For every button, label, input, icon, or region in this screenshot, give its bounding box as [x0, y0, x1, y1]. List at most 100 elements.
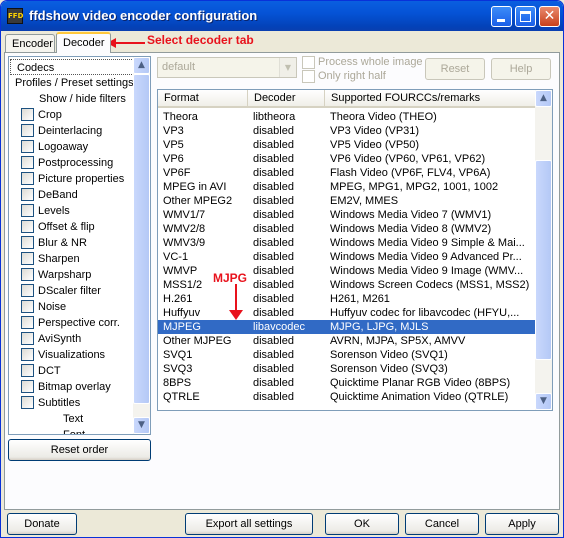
sidebar-item[interactable]: Blur & NR [9, 235, 135, 251]
filter-checkbox[interactable] [21, 172, 34, 185]
sidebar-item[interactable]: DeBand [9, 187, 135, 203]
filter-checkbox[interactable] [21, 108, 34, 121]
sidebar-item[interactable]: DCT [9, 363, 135, 379]
sidebar-item[interactable]: Levels [9, 203, 135, 219]
sidebar-item[interactable]: Picture properties [9, 171, 135, 187]
sidebar-item[interactable]: Visualizations [9, 347, 135, 363]
scroll-up-icon[interactable]: ▲ [133, 57, 150, 74]
export-all-settings-button[interactable]: Export all settings [185, 513, 313, 535]
table-row[interactable]: MPEG in AVI disabled MPEG, MPG1, MPG2, 100… [158, 180, 536, 194]
filter-checkbox[interactable] [21, 156, 34, 169]
sidebar-item[interactable]: Profiles / Preset settings [9, 75, 135, 91]
filter-checkbox[interactable] [21, 348, 34, 361]
tree-scroll-thumb[interactable] [133, 74, 150, 404]
sidebar-item[interactable]: Text [9, 411, 135, 427]
table-row[interactable]: 8BPS disabled Quicktime Planar RGB Video (… [158, 376, 536, 390]
title-bar[interactable]: FFD ffdshow video encoder configuration … [1, 1, 563, 31]
sidebar-item[interactable]: Crop [9, 107, 135, 123]
cell-fourccs: Sorenson Video (SVQ1) [330, 349, 448, 361]
scroll-down-icon[interactable]: ▼ [535, 393, 552, 410]
table-row[interactable]: VP6 disabled VP6 Video (VP60, VP61, VP62) [158, 152, 536, 166]
cancel-button[interactable]: Cancel [405, 513, 479, 535]
preset-combo[interactable]: default ▼ [157, 57, 297, 78]
ok-button[interactable]: OK [325, 513, 399, 535]
filter-checkbox[interactable] [21, 300, 34, 313]
only-right-half-checkbox[interactable] [302, 70, 315, 83]
sidebar-item[interactable]: Bitmap overlay [9, 379, 135, 395]
sidebar-item[interactable]: Warpsharp [9, 267, 135, 283]
table-row[interactable]: Huffyuv disabled Huffyuv codec for libavco… [158, 306, 536, 320]
filter-checkbox[interactable] [21, 252, 34, 265]
filter-checkbox[interactable] [21, 364, 34, 377]
table-row[interactable]: VP6F disabled Flash Video (VP6F, FLV4, VP6… [158, 166, 536, 180]
table-row[interactable]: WMV2/8 disabled Windows Media Video 8 (WMV… [158, 222, 536, 236]
filter-checkbox[interactable] [21, 268, 34, 281]
sidebar-item[interactable]: Postprocessing [9, 155, 135, 171]
close-button[interactable]: ✕ [539, 6, 560, 27]
sidebar-item[interactable]: Deinterlacing [9, 123, 135, 139]
tab-encoder[interactable]: Encoder [5, 34, 55, 52]
column-fourccs[interactable]: Supported FOURCCs/remarks [325, 90, 536, 108]
help-button[interactable]: Help [491, 58, 551, 80]
tree-scrollbar[interactable]: ▲ ▼ [133, 57, 150, 434]
sidebar-item-label: DeBand [38, 189, 78, 201]
sidebar-item[interactable]: Font [9, 427, 135, 434]
table-row[interactable]: VP3 disabled VP3 Video (VP31) [158, 124, 536, 138]
reset-button[interactable]: Reset [425, 58, 485, 80]
reset-order-button[interactable]: Reset order [8, 439, 151, 461]
column-format[interactable]: Format [158, 90, 248, 108]
filter-checkbox[interactable] [21, 316, 34, 329]
filter-checkbox[interactable] [21, 140, 34, 153]
scroll-down-icon[interactable]: ▼ [133, 417, 150, 434]
table-row[interactable]: Other MJPEG disabled AVRN, MJPA, SP5X, AMV… [158, 334, 536, 348]
filter-tree[interactable]: Codecs Profiles / Preset settings Show / h… [8, 56, 151, 435]
filter-checkbox[interactable] [21, 396, 34, 409]
filter-checkbox[interactable] [21, 380, 34, 393]
sidebar-item[interactable]: Logoaway [9, 139, 135, 155]
apply-button[interactable]: Apply [485, 513, 559, 535]
sidebar-item[interactable]: Subtitles [9, 395, 135, 411]
maximize-button[interactable] [515, 6, 536, 27]
table-row[interactable]: SVQ1 disabled Sorenson Video (SVQ1) [158, 348, 536, 362]
codec-list-scroll-thumb[interactable] [535, 160, 552, 360]
sidebar-item[interactable]: Perspective corr. [9, 315, 135, 331]
sidebar-item[interactable]: Show / hide filters [9, 91, 135, 107]
filter-checkbox[interactable] [21, 220, 34, 233]
sidebar-item[interactable]: AviSynth [9, 331, 135, 347]
scroll-up-icon[interactable]: ▲ [535, 90, 552, 107]
codec-list[interactable]: Format Decoder Supported FOURCCs/remarks… [157, 89, 553, 411]
sidebar-item-label: Perspective corr. [38, 317, 120, 329]
minimize-button[interactable] [491, 6, 512, 27]
sidebar-item[interactable]: Noise [9, 299, 135, 315]
table-row[interactable]: VP5 disabled VP5 Video (VP50) [158, 138, 536, 152]
process-whole-image-checkbox[interactable] [302, 56, 315, 69]
filter-checkbox[interactable] [21, 204, 34, 217]
table-row[interactable]: Theora libtheora Theora Video (THEO) [158, 110, 536, 124]
cell-fourccs: Windows Screen Codecs (MSS1, MSS2) [330, 279, 530, 291]
donate-button[interactable]: Donate [7, 513, 77, 535]
table-row[interactable]: WMV3/9 disabled Windows Media Video 9 Simp… [158, 236, 536, 250]
table-row[interactable]: Other MPEG2 disabled EM2V, MMES [158, 194, 536, 208]
column-decoder[interactable]: Decoder [248, 90, 325, 108]
sidebar-item[interactable]: Sharpen [9, 251, 135, 267]
table-row[interactable]: VC-1 disabled Windows Media Video 9 Advanc… [158, 250, 536, 264]
cell-decoder: disabled [253, 307, 294, 319]
cell-format: QTRLE [163, 391, 200, 403]
chevron-down-icon[interactable]: ▼ [279, 58, 296, 77]
sidebar-item[interactable]: DScaler filter [9, 283, 135, 299]
filter-checkbox[interactable] [21, 236, 34, 249]
filter-checkbox[interactable] [21, 124, 34, 137]
table-row[interactable]: QTRLE disabled Quicktime Animation Video (… [158, 390, 536, 404]
filter-checkbox[interactable] [21, 188, 34, 201]
table-row[interactable]: MJPEG libavcodec MJPG, LJPG, MJLS [158, 320, 536, 334]
table-row[interactable]: SVQ3 disabled Sorenson Video (SVQ3) [158, 362, 536, 376]
sidebar-item[interactable]: Codecs [10, 59, 134, 75]
cell-decoder: disabled [253, 377, 294, 389]
table-row[interactable]: H.261 disabled H261, M261 [158, 292, 536, 306]
filter-checkbox[interactable] [21, 332, 34, 345]
codec-list-scrollbar[interactable]: ▲ ▼ [535, 90, 552, 410]
table-row[interactable]: WMV1/7 disabled Windows Media Video 7 (WMV… [158, 208, 536, 222]
tab-decoder[interactable]: Decoder [56, 32, 111, 53]
filter-checkbox[interactable] [21, 284, 34, 297]
sidebar-item[interactable]: Offset & flip [9, 219, 135, 235]
